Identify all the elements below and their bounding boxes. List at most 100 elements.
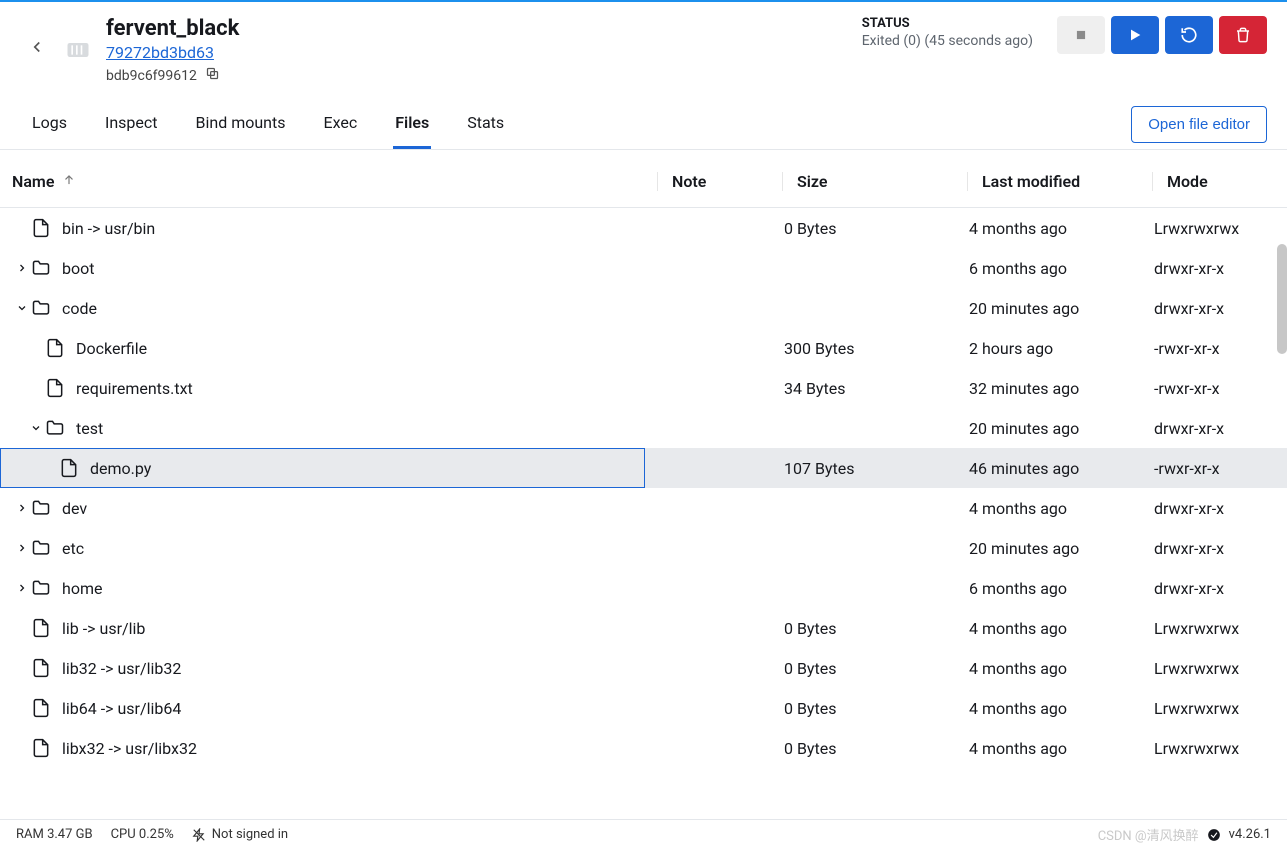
- file-mode: Lrwxrwxrwx: [1140, 619, 1287, 638]
- file-icon: [30, 697, 52, 719]
- restart-button[interactable]: [1165, 16, 1213, 54]
- col-name[interactable]: Name: [12, 172, 657, 191]
- folder-icon: [30, 497, 52, 519]
- file-icon: [44, 337, 66, 359]
- file-name: demo.py: [90, 459, 151, 478]
- file-size: 300 Bytes: [770, 339, 955, 358]
- expand-toggle[interactable]: [14, 502, 30, 514]
- file-mode: -rwxr-xr-x: [1140, 459, 1287, 478]
- action-buttons: [1057, 16, 1267, 54]
- file-table: Name Note Size Last modified Mode bin ->…: [0, 150, 1287, 768]
- tabs-row: Logs Inspect Bind mounts Exec Files Stat…: [0, 99, 1287, 150]
- header-info: fervent_black 79272bd3bd63 bdb9c6f99612: [106, 16, 239, 85]
- file-name: requirements.txt: [76, 379, 193, 398]
- file-size: 0 Bytes: [770, 659, 955, 678]
- tab-files[interactable]: Files: [393, 99, 431, 149]
- tab-logs[interactable]: Logs: [30, 99, 69, 149]
- table-row[interactable]: test20 minutes agodrwxr-xr-x: [0, 408, 1287, 448]
- expand-toggle[interactable]: [14, 582, 30, 594]
- file-name: lib64 -> usr/lib64: [62, 699, 181, 718]
- tab-stats[interactable]: Stats: [465, 99, 506, 149]
- col-modified[interactable]: Last modified: [967, 172, 1152, 191]
- expand-toggle[interactable]: [28, 422, 44, 434]
- folder-icon: [30, 257, 52, 279]
- table-body: bin -> usr/bin0 Bytes4 months agoLrwxrwx…: [0, 208, 1287, 768]
- table-row[interactable]: libx32 -> usr/libx320 Bytes4 months agoL…: [0, 728, 1287, 768]
- file-mode: drwxr-xr-x: [1140, 579, 1287, 598]
- file-mode: drwxr-xr-x: [1140, 259, 1287, 278]
- table-row[interactable]: dev4 months agodrwxr-xr-x: [0, 488, 1287, 528]
- table-row[interactable]: lib32 -> usr/lib320 Bytes4 months agoLrw…: [0, 648, 1287, 688]
- folder-icon: [30, 577, 52, 599]
- stop-button: [1057, 16, 1105, 54]
- table-row[interactable]: lib -> usr/lib0 Bytes4 months agoLrwxrwx…: [0, 608, 1287, 648]
- table-row[interactable]: etc 20 minutes agodrwxr-xr-x: [0, 528, 1287, 568]
- file-name: home: [62, 579, 102, 598]
- tab-inspect[interactable]: Inspect: [103, 99, 160, 149]
- container-name: fervent_black: [106, 16, 239, 41]
- file-modified: 20 minutes ago: [955, 299, 1140, 318]
- file-icon: [30, 217, 52, 239]
- file-name: Dockerfile: [76, 339, 147, 358]
- table-row[interactable]: requirements.txt 34 Bytes32 minutes ago-r…: [0, 368, 1287, 408]
- file-mode: Lrwxrwxrwx: [1140, 699, 1287, 718]
- version-text[interactable]: v4.26.1: [1229, 827, 1271, 842]
- file-modified: 2 hours ago: [955, 339, 1140, 358]
- file-icon: [58, 457, 80, 479]
- file-mode: drwxr-xr-x: [1140, 299, 1287, 318]
- file-icon: [44, 377, 66, 399]
- folder-icon: [30, 537, 52, 559]
- file-mode: Lrwxrwxrwx: [1140, 739, 1287, 758]
- file-size: 0 Bytes: [770, 619, 955, 638]
- file-name: libx32 -> usr/libx32: [62, 739, 197, 758]
- status-text: Exited (0) (45 seconds ago): [862, 33, 1033, 49]
- table-row[interactable]: code20 minutes agodrwxr-xr-x: [0, 288, 1287, 328]
- file-icon: [30, 617, 52, 639]
- container-id-link[interactable]: 79272bd3bd63: [106, 43, 214, 62]
- expand-toggle[interactable]: [14, 262, 30, 274]
- scrollbar-thumb[interactable]: [1277, 244, 1287, 354]
- table-row[interactable]: Dockerfile 300 Bytes2 hours ago-rwxr-xr-x: [0, 328, 1287, 368]
- signin-status[interactable]: Not signed in: [192, 827, 288, 842]
- file-modified: 32 minutes ago: [955, 379, 1140, 398]
- file-mode: -rwxr-xr-x: [1140, 339, 1287, 358]
- file-modified: 4 months ago: [955, 659, 1140, 678]
- file-mode: Lrwxrwxrwx: [1140, 659, 1287, 678]
- file-name: dev: [62, 499, 87, 518]
- file-modified: 4 months ago: [955, 619, 1140, 638]
- file-name: bin -> usr/bin: [62, 219, 155, 238]
- file-mode: drwxr-xr-x: [1140, 539, 1287, 558]
- table-row[interactable]: lib64 -> usr/lib640 Bytes4 months agoLrw…: [0, 688, 1287, 728]
- expand-toggle[interactable]: [14, 542, 30, 554]
- file-mode: Lrwxrwxrwx: [1140, 219, 1287, 238]
- file-modified: 46 minutes ago: [955, 459, 1140, 478]
- file-size: 34 Bytes: [770, 379, 955, 398]
- file-modified: 6 months ago: [955, 259, 1140, 278]
- bottom-bar: RAM 3.47 GB CPU 0.25% Not signed in CSDN…: [0, 819, 1287, 849]
- cpu-usage: CPU 0.25%: [111, 827, 174, 842]
- col-note[interactable]: Note: [657, 172, 782, 191]
- folder-icon: [30, 297, 52, 319]
- start-button[interactable]: [1111, 16, 1159, 54]
- file-modified: 20 minutes ago: [955, 539, 1140, 558]
- table-row[interactable]: boot6 months agodrwxr-xr-x: [0, 248, 1287, 288]
- table-row[interactable]: demo.py107 Bytes46 minutes ago-rwxr-xr-x: [0, 448, 1287, 488]
- scrollbar[interactable]: [1277, 182, 1287, 819]
- copy-icon[interactable]: [205, 66, 220, 85]
- image-id: bdb9c6f99612: [106, 68, 197, 84]
- file-mode: -rwxr-xr-x: [1140, 379, 1287, 398]
- back-button[interactable]: [28, 38, 46, 60]
- table-header: Name Note Size Last modified Mode: [0, 150, 1287, 208]
- delete-button[interactable]: [1219, 16, 1267, 54]
- tab-exec[interactable]: Exec: [322, 99, 360, 149]
- file-name: etc: [62, 539, 84, 558]
- col-mode[interactable]: Mode: [1152, 172, 1287, 191]
- col-size[interactable]: Size: [782, 172, 967, 191]
- expand-toggle[interactable]: [14, 302, 30, 314]
- tab-bind-mounts[interactable]: Bind mounts: [194, 99, 288, 149]
- open-file-editor-button[interactable]: Open file editor: [1131, 106, 1267, 143]
- check-circle-icon: [1207, 828, 1221, 842]
- file-icon: [30, 657, 52, 679]
- table-row[interactable]: home6 months agodrwxr-xr-x: [0, 568, 1287, 608]
- table-row[interactable]: bin -> usr/bin0 Bytes4 months agoLrwxrwx…: [0, 208, 1287, 248]
